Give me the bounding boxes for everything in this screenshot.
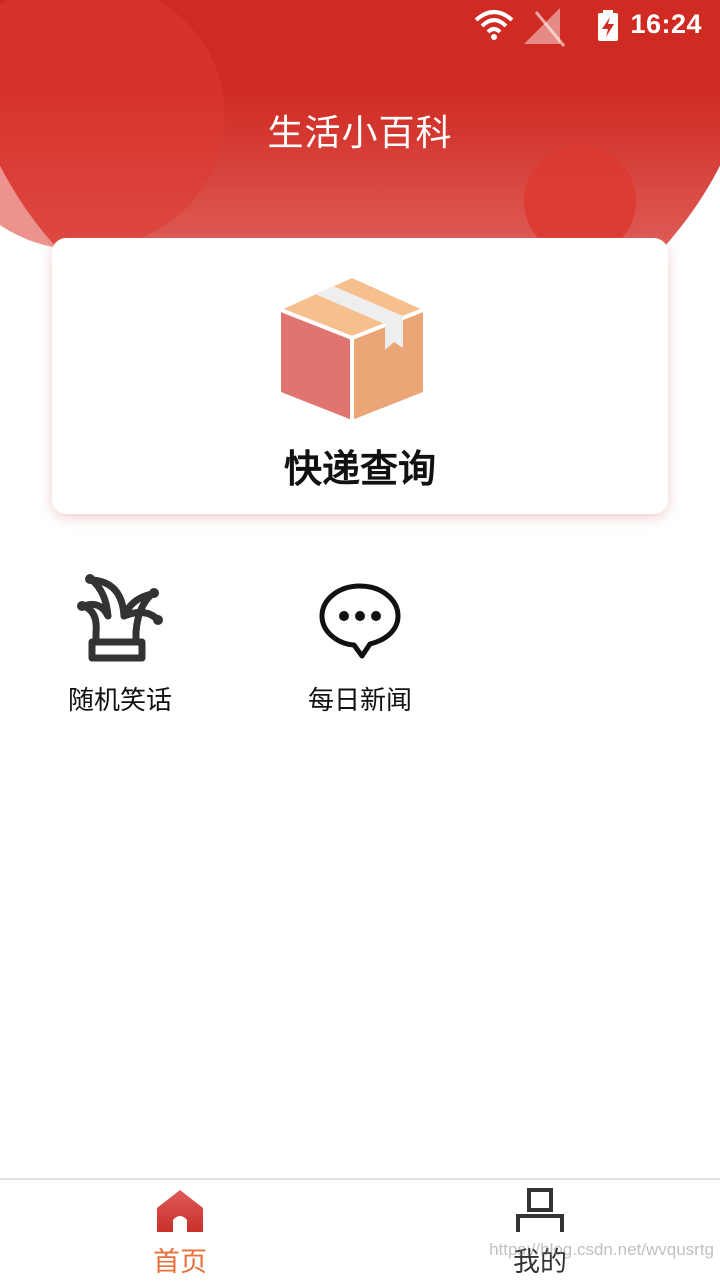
daily-news-label: 每日新闻	[307, 686, 412, 716]
status-bar: 16:24	[0, 0, 720, 50]
express-query-card[interactable]: 快递查询	[52, 238, 668, 514]
chat-bubble-icon	[319, 583, 401, 659]
app-title: 生活小百科	[267, 113, 453, 154]
nav-home-label: 首页	[153, 1247, 207, 1278]
random-joke-button[interactable]: 随机笑话	[50, 570, 190, 717]
express-query-label: 快递查询	[283, 447, 436, 491]
bottom-navigation: 首页 我的	[0, 1178, 720, 1282]
home-icon	[157, 1190, 203, 1232]
status-time: 16:24	[630, 9, 702, 39]
wifi-icon	[474, 10, 514, 40]
nav-item-home[interactable]: 首页	[100, 1188, 260, 1279]
package-box-icon	[280, 278, 424, 420]
no-signal-icon	[524, 8, 566, 47]
nav-item-mine[interactable]: 我的	[460, 1188, 620, 1279]
random-joke-label: 随机笑话	[67, 686, 172, 716]
battery-charging-icon	[598, 10, 618, 41]
jester-hat-icon	[77, 574, 163, 662]
daily-news-button[interactable]: 每日新闻	[290, 570, 430, 717]
watermark: https://blog.csdn.net/wvqusrtg	[489, 1240, 714, 1259]
profile-icon	[516, 1188, 564, 1232]
